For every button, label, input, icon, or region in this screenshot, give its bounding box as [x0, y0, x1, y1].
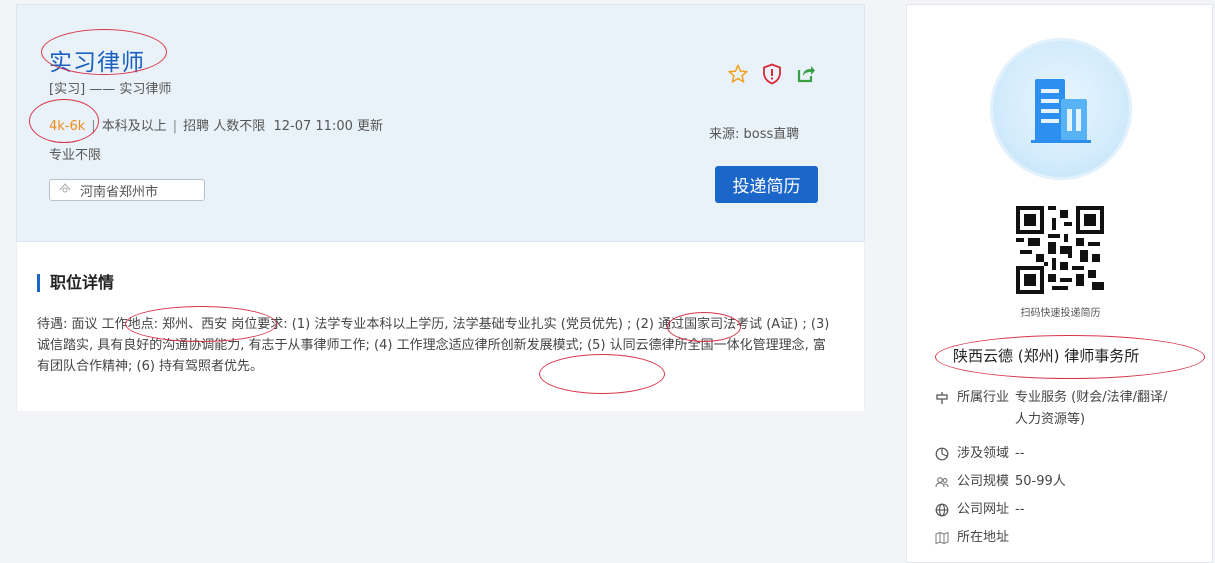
share-icon[interactable] [795, 63, 817, 85]
detail-body: 待遇: 面议 工作地点: 郑州、西安 岗位要求: (1) 法学专业本科以上学历,… [37, 317, 830, 374]
education-label: 本科及以上 [101, 119, 167, 134]
job-actions [727, 63, 817, 85]
job-header-card: 实习律师 [实习] —— 实习律师 4k-6k | 本科及以上 | 招聘 人数不限 12… [16, 4, 865, 242]
pie-chart-icon [935, 443, 951, 465]
people-icon [935, 471, 951, 493]
field-label: 涉及领域 [957, 446, 1010, 461]
apply-resume-button[interactable]: 投递简历 [715, 166, 818, 203]
location-label: 河南省郑州市 [80, 184, 159, 200]
website-row: 公司网址 -- [935, 499, 1175, 521]
field-row: 涉及领域 -- [935, 443, 1175, 465]
report-shield-icon[interactable] [761, 63, 783, 85]
address-value [1015, 527, 1175, 549]
job-meta-row: 4k-6k | 本科及以上 | 招聘 人数不限 12-07 11:00 更新 [49, 119, 384, 134]
source-label: 来源: boss直聘 [709, 127, 800, 142]
updated-label: 12-07 11:00 更新 [273, 119, 384, 134]
address-row: 所在地址 [935, 527, 1175, 549]
map-icon [935, 527, 951, 549]
industry-value: 专业服务 (财会/法律/翻译/人力资源等) [1015, 390, 1168, 427]
major-label: 专业不限 [49, 148, 102, 163]
size-label: 公司规模 [957, 474, 1010, 489]
qr-code[interactable] [1016, 206, 1104, 294]
headcount-label: 招聘 人数不限 [183, 119, 266, 134]
detail-heading: 职位详情 [37, 274, 114, 292]
qr-caption: 扫码快速投递简历 [1020, 308, 1101, 319]
job-subtitle: [实习] —— 实习律师 [49, 82, 172, 97]
globe-icon [935, 499, 951, 521]
company-logo [990, 38, 1132, 180]
company-card: 扫码快速投递简历 陕西云德 (郑州) 律师事务所 所属行业 专业服务 (财会/法… [906, 4, 1213, 563]
address-label: 所在地址 [957, 530, 1010, 545]
website-label: 公司网址 [957, 502, 1010, 517]
location-tag[interactable]: 河南省郑州市 [49, 179, 205, 201]
industry-row: 所属行业 专业服务 (财会/法律/翻译/人力资源等) [935, 387, 1175, 431]
size-row: 公司规模 50-99人 [935, 471, 1175, 493]
star-icon[interactable] [727, 63, 749, 85]
salary-label: 4k-6k [49, 119, 86, 134]
industry-icon [935, 387, 951, 431]
job-title: 实习律师 [49, 50, 145, 76]
size-value: 50-99人 [1015, 474, 1066, 489]
building-icon [1031, 79, 1091, 143]
job-detail-card: 职位详情 待遇: 面议 工作地点: 郑州、西安 岗位要求: (1) 法学专业本科… [16, 242, 865, 411]
website-value: -- [1015, 502, 1025, 517]
field-value: -- [1015, 446, 1025, 461]
company-name[interactable]: 陕西云德 (郑州) 律师事务所 [953, 345, 1139, 366]
industry-label: 所属行业 [957, 390, 1010, 405]
location-pin-icon [56, 183, 74, 197]
